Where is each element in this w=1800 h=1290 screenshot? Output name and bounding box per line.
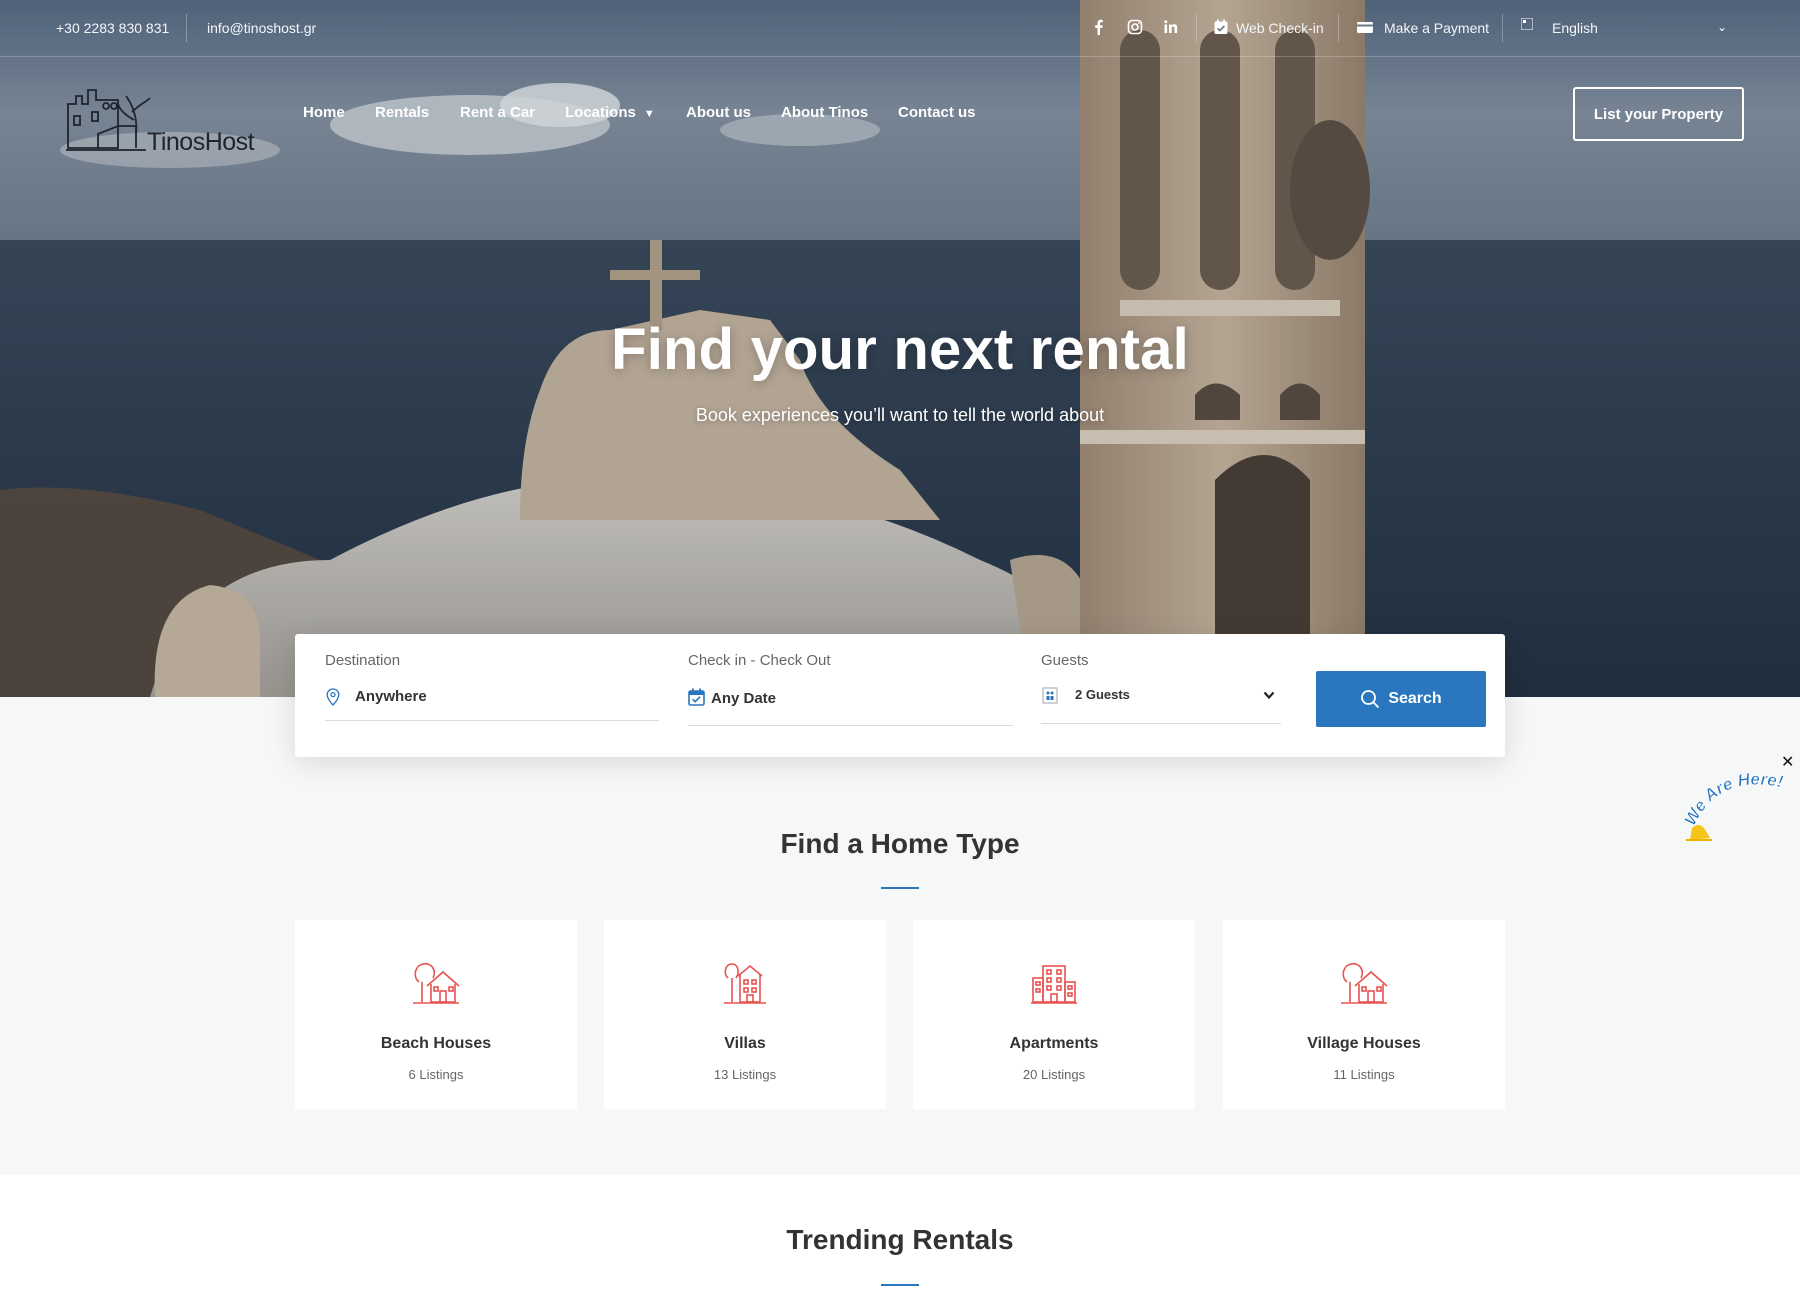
logo-text[interactable]: TinosHost: [147, 128, 255, 157]
nav-home[interactable]: Home: [303, 104, 345, 121]
facebook-icon[interactable]: [1090, 18, 1108, 36]
dates-label: Check in - Check Out: [688, 652, 831, 669]
guests-field[interactable]: Guests 2 Guests: [1041, 634, 1281, 757]
hero-subtitle: Book experiences you’ll want to tell the…: [695, 405, 1105, 425]
dates-input[interactable]: Any Date: [711, 690, 776, 707]
hero-section: +30 2283 830 831 info@tinoshost.gr Web C…: [0, 0, 1800, 697]
field-underline: [688, 725, 1013, 726]
dates-field[interactable]: Check in - Check Out Any Date: [688, 634, 1013, 757]
trending-title: Trending Rentals: [786, 1224, 1014, 1255]
web-checkin-link[interactable]: Web Check-in: [1236, 20, 1324, 36]
language-select[interactable]: English: [1552, 20, 1598, 36]
phone-link[interactable]: +30 2283 830 831: [56, 20, 169, 36]
home-types-title: Find a Home Type: [780, 828, 1020, 859]
close-icon[interactable]: ✕: [1781, 752, 1794, 772]
divider: [1502, 14, 1503, 42]
field-underline: [325, 720, 659, 721]
map-pin-icon: [326, 688, 340, 706]
nav-about-tinos[interactable]: About Tinos: [781, 104, 868, 121]
home-type-card[interactable]: Beach Houses 6 Listings: [295, 920, 577, 1109]
home-types-section: [0, 697, 1800, 1175]
house-tree-icon: [1341, 962, 1388, 1004]
calendar-check-icon[interactable]: [1212, 18, 1230, 36]
destination-input[interactable]: Anywhere: [355, 688, 427, 705]
card-title: Beach Houses: [380, 1035, 492, 1052]
destination-label: Destination: [325, 652, 401, 669]
card-count: 20 Listings: [1022, 1067, 1086, 1082]
villa-icon: [724, 963, 766, 1004]
card-count: 13 Listings: [713, 1067, 777, 1082]
guests-select[interactable]: 2 Guests: [1075, 687, 1130, 702]
card-title: Villas: [724, 1035, 766, 1052]
chevron-down-icon[interactable]: ⌄: [1717, 20, 1727, 34]
field-underline: [1041, 723, 1281, 724]
list-property-button[interactable]: List your Property: [1573, 87, 1744, 141]
search-button[interactable]: Search: [1316, 671, 1486, 727]
credit-card-icon[interactable]: [1356, 18, 1374, 36]
destination-field[interactable]: Destination Anywhere: [325, 634, 659, 757]
card-title: Apartments: [1009, 1035, 1099, 1052]
nav-locations-label: Locations: [565, 104, 636, 121]
home-type-card[interactable]: Villas 13 Listings: [604, 920, 886, 1109]
search-icon: [1361, 690, 1380, 709]
search-form: Destination Anywhere Check in - Check Ou…: [295, 634, 1505, 757]
card-count: 11 Listings: [1333, 1067, 1395, 1082]
home-type-card[interactable]: Village Houses 11 Listings: [1223, 920, 1505, 1109]
nav-locations[interactable]: Locations ▼: [565, 104, 655, 121]
home-type-card[interactable]: Apartments 20 Listings: [913, 920, 1195, 1109]
title-underline: [881, 887, 919, 889]
calendar-icon: [688, 688, 705, 706]
hero-title: Find your next rental: [611, 317, 1189, 382]
nav-rent-a-car[interactable]: Rent a Car: [460, 104, 535, 121]
divider: [1338, 14, 1339, 42]
house-tree-icon: [413, 962, 460, 1004]
nav-contact-us[interactable]: Contact us: [898, 104, 976, 121]
divider: [186, 14, 187, 42]
email-link[interactable]: info@tinoshost.gr: [207, 20, 316, 36]
chevron-down-icon: ▼: [643, 108, 655, 120]
apartment-building-icon: [1031, 965, 1077, 1004]
instagram-icon[interactable]: [1126, 18, 1144, 36]
nav-about-us[interactable]: About us: [686, 104, 751, 121]
title-underline: [881, 1284, 919, 1286]
nav-rentals[interactable]: Rentals: [375, 104, 429, 121]
card-count: 6 Listings: [408, 1067, 464, 1082]
guests-icon: [1042, 687, 1058, 704]
card-title: Village Houses: [1307, 1035, 1421, 1052]
guests-label: Guests: [1041, 652, 1089, 669]
top-bar: +30 2283 830 831 info@tinoshost.gr Web C…: [0, 0, 1800, 57]
make-payment-link[interactable]: Make a Payment: [1384, 20, 1489, 36]
search-button-label: Search: [1388, 690, 1442, 707]
chevron-down-icon[interactable]: [1263, 691, 1275, 700]
badge-text: We Are Here!: [1680, 769, 1785, 829]
svg-text:We Are Here!: We Are Here!: [1681, 770, 1785, 829]
flag-icon: [1521, 18, 1533, 30]
linkedin-icon[interactable]: [1162, 18, 1180, 36]
divider: [1196, 14, 1197, 42]
